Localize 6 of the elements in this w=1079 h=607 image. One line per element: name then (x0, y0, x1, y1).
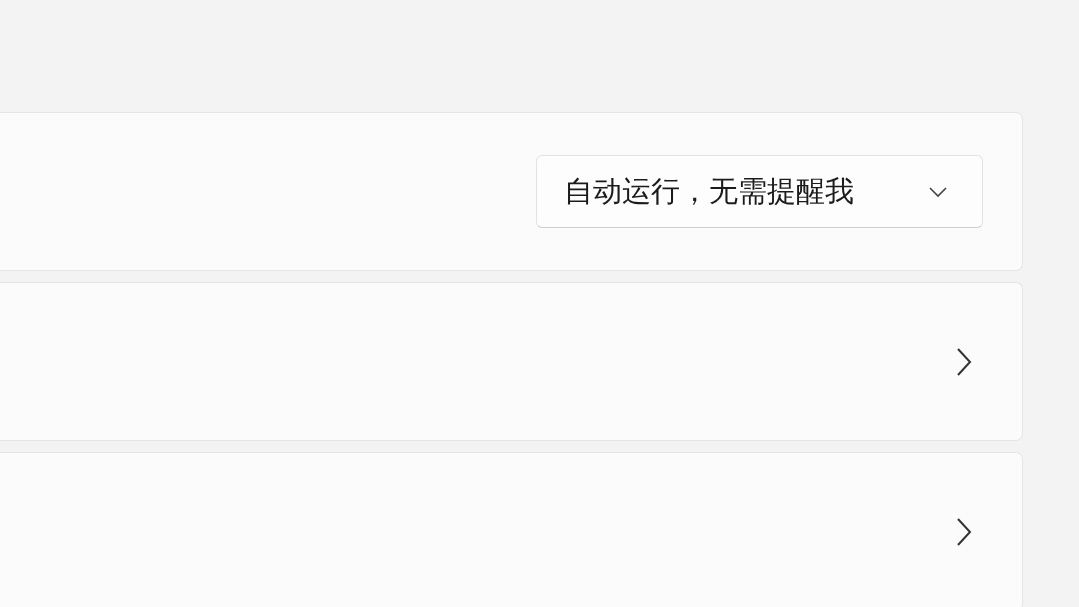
dropdown[interactable]: 自动运行，无需提醒我 (536, 155, 983, 228)
chevron-down-icon (928, 185, 948, 198)
chevron-right-icon (956, 346, 972, 377)
chevron-right-icon (956, 516, 972, 547)
settings-card[interactable] (0, 282, 1023, 441)
settings-card[interactable] (0, 452, 1023, 607)
